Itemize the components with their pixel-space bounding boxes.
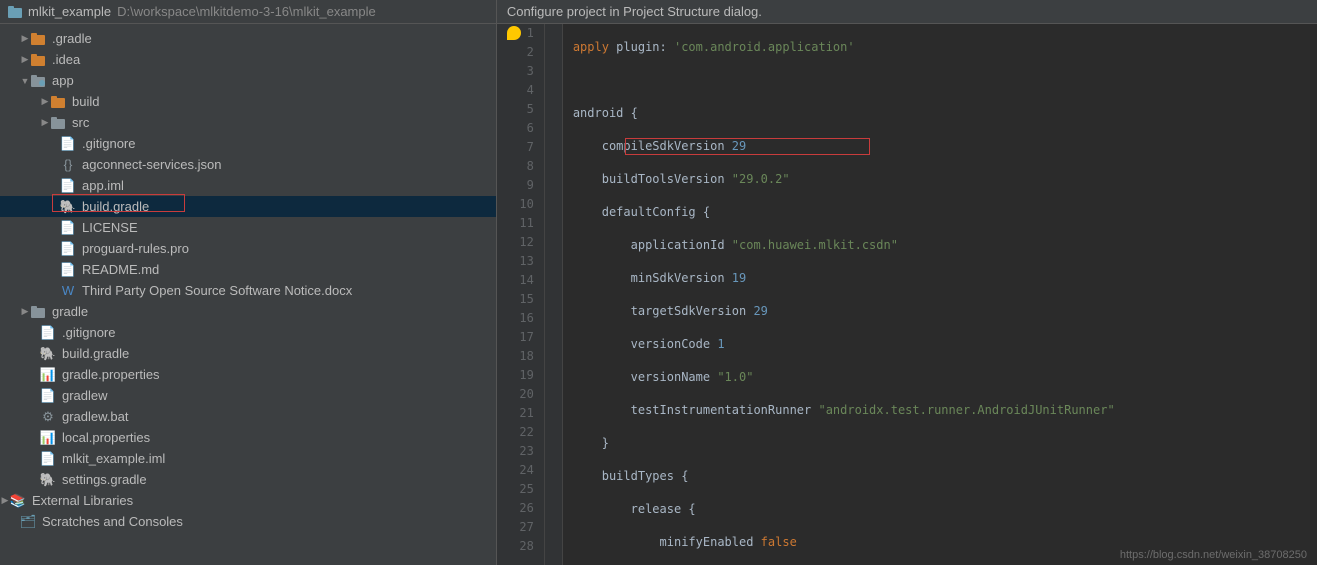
props-file-icon: 📊 xyxy=(40,367,56,383)
code-editor[interactable]: 1234567891011121314151617181920212223242… xyxy=(497,24,1317,565)
code-area[interactable]: apply plugin: 'com.android.application' … xyxy=(563,24,1317,565)
gradle-file-icon: 🐘 xyxy=(40,346,56,362)
tree-item-build[interactable]: ▶build xyxy=(0,91,496,112)
file-icon: 📄 xyxy=(60,241,76,257)
tree-item-gradle-dir[interactable]: ▶.gradle xyxy=(0,28,496,49)
watermark: https://blog.csdn.net/weixin_38708250 xyxy=(1120,549,1307,561)
tree-item-gitignore[interactable]: 📄.gitignore xyxy=(0,133,496,154)
bat-file-icon: ⚙ xyxy=(40,409,56,425)
file-icon: 📄 xyxy=(60,136,76,152)
line-number-gutter: 1234567891011121314151617181920212223242… xyxy=(497,24,545,565)
file-icon: 📄 xyxy=(60,220,76,236)
tree-item-agconnect[interactable]: {}agconnect-services.json xyxy=(0,154,496,175)
tree-item-gitignore2[interactable]: 📄.gitignore xyxy=(0,322,496,343)
scratches-icon: 🗂 xyxy=(20,514,36,530)
md-file-icon: 📄 xyxy=(60,262,76,278)
tree-item-src[interactable]: ▶src xyxy=(0,112,496,133)
tree-item-build-gradle2[interactable]: 🐘build.gradle xyxy=(0,343,496,364)
tree-item-scratches[interactable]: 🗂Scratches and Consoles xyxy=(0,511,496,532)
breadcrumb-project[interactable]: mlkit_example xyxy=(28,4,111,19)
tree-item-settings-gradle[interactable]: 🐘settings.gradle xyxy=(0,469,496,490)
tree-item-idea-dir[interactable]: ▶.idea xyxy=(0,49,496,70)
iml-file-icon: 📄 xyxy=(40,451,56,467)
library-icon: 📚 xyxy=(10,493,26,509)
tree-item-app[interactable]: ▼app xyxy=(0,70,496,91)
tree-item-license[interactable]: 📄LICENSE xyxy=(0,217,496,238)
notification-bar[interactable]: Configure project in Project Structure d… xyxy=(497,0,1317,24)
json-file-icon: {} xyxy=(60,157,76,173)
tree-item-app-iml[interactable]: 📄app.iml xyxy=(0,175,496,196)
editor-panel: Configure project in Project Structure d… xyxy=(497,0,1317,565)
props-file-icon: 📊 xyxy=(40,430,56,446)
project-folder-icon xyxy=(8,6,22,18)
tree-item-gradlew[interactable]: 📄gradlew xyxy=(0,385,496,406)
file-icon: 📄 xyxy=(40,325,56,341)
tree-item-external-libs[interactable]: ▶📚External Libraries xyxy=(0,490,496,511)
gradle-file-icon: 🐘 xyxy=(40,472,56,488)
fold-gutter xyxy=(545,24,563,565)
breadcrumb: mlkit_example D:\workspace\mlkitdemo-3-1… xyxy=(0,0,496,24)
tree-item-third-party[interactable]: WThird Party Open Source Software Notice… xyxy=(0,280,496,301)
tree-item-build-gradle[interactable]: 🐘build.gradle xyxy=(0,196,496,217)
tree-item-gradlew-bat[interactable]: ⚙gradlew.bat xyxy=(0,406,496,427)
tree-item-mlkit-iml[interactable]: 📄mlkit_example.iml xyxy=(0,448,496,469)
tree-item-readme[interactable]: 📄README.md xyxy=(0,259,496,280)
tree-item-local-props[interactable]: 📊local.properties xyxy=(0,427,496,448)
tree-item-gradle-props[interactable]: 📊gradle.properties xyxy=(0,364,496,385)
project-tree-panel: mlkit_example D:\workspace\mlkitdemo-3-1… xyxy=(0,0,497,565)
breadcrumb-path: D:\workspace\mlkitdemo-3-16\mlkit_exampl… xyxy=(117,4,376,19)
gradle-file-icon: 🐘 xyxy=(60,199,76,215)
intention-bulb-icon[interactable] xyxy=(507,26,521,40)
tree-item-gradle[interactable]: ▶gradle xyxy=(0,301,496,322)
file-icon: 📄 xyxy=(40,388,56,404)
docx-file-icon: W xyxy=(60,283,76,299)
project-tree[interactable]: ▶.gradle ▶.idea ▼app ▶build ▶src 📄.gitig… xyxy=(0,24,496,565)
iml-file-icon: 📄 xyxy=(60,178,76,194)
tree-item-proguard[interactable]: 📄proguard-rules.pro xyxy=(0,238,496,259)
